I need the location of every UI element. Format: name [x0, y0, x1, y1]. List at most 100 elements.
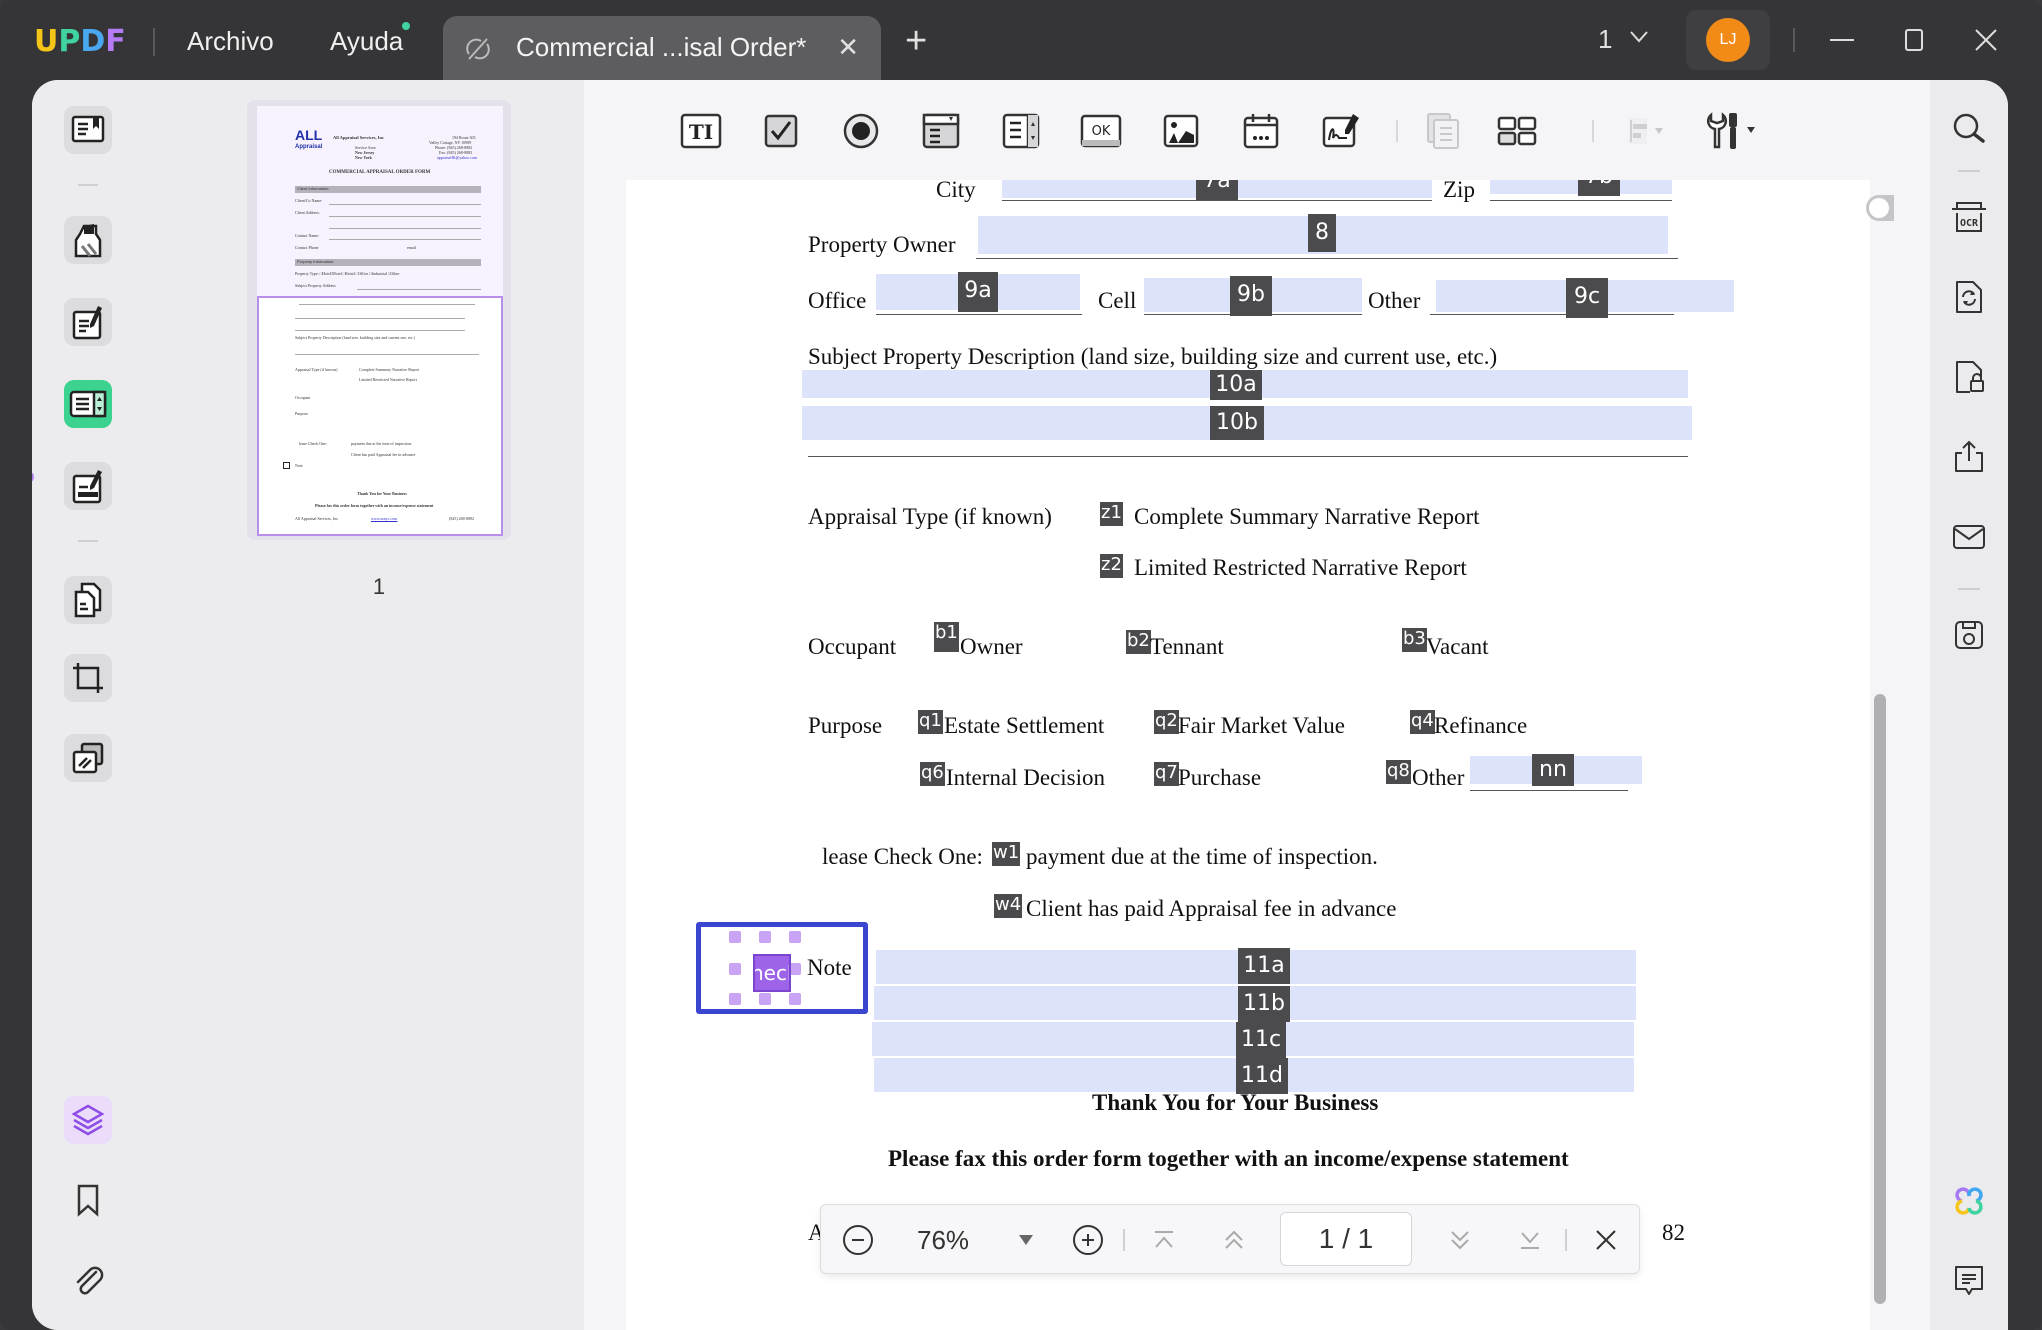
resize-handle[interactable]	[729, 931, 741, 943]
align-tool[interactable]	[1624, 108, 1670, 154]
checkbox-q2[interactable]: q2	[1154, 710, 1179, 734]
ai-assistant-button[interactable]	[1944, 1176, 1994, 1226]
page-thumbnail[interactable]: ALL Appraisal All Appraisal Services, In…	[247, 100, 511, 599]
bookmark-button[interactable]	[64, 1176, 112, 1224]
checkbox-z2[interactable]: z2	[1100, 554, 1123, 578]
attachment-button[interactable]	[64, 1256, 112, 1304]
text-field-tool[interactable]: TI	[678, 108, 724, 154]
save-button[interactable]	[1944, 610, 1994, 660]
layers-button[interactable]	[64, 1096, 112, 1144]
new-tab-button[interactable]: +	[905, 22, 927, 60]
edit-pdf-button[interactable]	[64, 298, 112, 346]
checkbox-z1[interactable]: z1	[1100, 502, 1123, 526]
selected-checkbox-field[interactable]: Check Box Note	[696, 922, 868, 1014]
grid-layout-tool[interactable]	[1494, 108, 1540, 154]
menu-archivo[interactable]: Archivo	[187, 26, 274, 57]
dropdown-icon	[922, 113, 960, 149]
limited-restricted-label: Limited Restricted Narrative Report	[1134, 555, 1467, 580]
chevron-down-icon[interactable]	[1628, 26, 1650, 48]
fill-sign-button[interactable]	[64, 462, 112, 510]
checkbox-b2[interactable]: b2	[1126, 630, 1151, 654]
svg-text:OCR: OCR	[1960, 218, 1979, 229]
checkbox-q7[interactable]: q7	[1154, 762, 1179, 786]
resize-handle[interactable]	[759, 993, 771, 1005]
fair-market-value-label: Fair Market Value	[1178, 713, 1345, 738]
first-page-icon[interactable]	[1147, 1223, 1181, 1257]
resize-handle[interactable]	[729, 963, 741, 975]
zoom-out-icon[interactable]	[841, 1223, 875, 1257]
signature-tool[interactable]	[1318, 108, 1364, 154]
checkbox-w4[interactable]: w4	[994, 894, 1023, 918]
organize-pages-button[interactable]	[64, 576, 112, 624]
menu-ayuda[interactable]: Ayuda	[330, 26, 403, 57]
cell-label: Cell	[1098, 288, 1137, 313]
refinance-label: Refinance	[1434, 713, 1528, 738]
email-button[interactable]	[1944, 512, 1994, 562]
checkbox-q8[interactable]: q8	[1386, 760, 1411, 784]
checkbox-q1[interactable]: q1	[918, 710, 943, 734]
divider	[1958, 170, 1980, 172]
comment-button[interactable]	[64, 216, 112, 264]
avatar[interactable]: LJ	[1706, 18, 1750, 62]
checkbox-b1[interactable]: b1	[934, 622, 959, 652]
resize-handle[interactable]	[729, 993, 741, 1005]
zoom-level[interactable]: 76%	[917, 1225, 969, 1256]
maximize-icon[interactable]	[1894, 20, 1934, 60]
radio-button-tool[interactable]	[838, 108, 884, 154]
vertical-scrollbar[interactable]	[1874, 694, 1886, 1304]
next-page-icon[interactable]	[1443, 1223, 1477, 1257]
reader-mode-button[interactable]	[64, 106, 112, 154]
minimize-icon[interactable]	[1822, 20, 1862, 60]
checkbox-q6[interactable]: q6	[920, 762, 945, 786]
checkbox-q4[interactable]: q4	[1410, 710, 1435, 734]
prepare-form-button[interactable]	[64, 380, 112, 428]
page-tools-button[interactable]	[64, 734, 112, 782]
account-button[interactable]: LJ	[1686, 10, 1770, 70]
field-tag-9b: 9b	[1230, 276, 1272, 316]
crop-button[interactable]	[64, 654, 112, 702]
list-box-tool[interactable]	[998, 108, 1044, 154]
ocr-button[interactable]: OCR	[1944, 192, 1994, 242]
search-button[interactable]	[1944, 104, 1994, 154]
thank-you-text: Thank You for Your Business	[1092, 1090, 1379, 1115]
thumb-line	[295, 330, 465, 331]
checkbox-w1[interactable]: w1	[992, 842, 1021, 866]
panel-toggle[interactable]	[1866, 195, 1894, 221]
thumb-line	[329, 204, 481, 205]
zoom-dropdown-icon[interactable]	[1019, 1235, 1033, 1245]
convert-button[interactable]	[1944, 272, 1994, 322]
page-count-selector[interactable]: 1	[1598, 24, 1612, 55]
form-tools-menu[interactable]	[1700, 108, 1766, 154]
previous-page-icon[interactable]	[1217, 1223, 1251, 1257]
thumb-line	[357, 289, 481, 290]
close-window-icon[interactable]	[1966, 20, 2006, 60]
footer-phone-text: 82	[1662, 1220, 1685, 1245]
last-page-icon[interactable]	[1513, 1223, 1547, 1257]
page-number-input[interactable]: 1 / 1	[1280, 1212, 1412, 1266]
button-tool[interactable]: OK	[1078, 108, 1124, 154]
save-icon	[1955, 621, 1983, 649]
comments-panel-button[interactable]	[1944, 1256, 1994, 1306]
thumb-state: New York	[355, 155, 372, 160]
tab-title: Commercial ...isal Order*	[516, 32, 807, 62]
checkbox-tool[interactable]	[758, 108, 804, 154]
duplicate-field-tool[interactable]	[1420, 108, 1466, 154]
share-button[interactable]	[1944, 432, 1994, 482]
date-field-tool[interactable]	[1238, 108, 1284, 154]
checkbox-b3[interactable]: b3	[1402, 628, 1427, 652]
svg-text:TI: TI	[689, 120, 713, 144]
thumb-line	[329, 239, 481, 240]
image-tool[interactable]	[1158, 108, 1204, 154]
resize-handle[interactable]	[789, 931, 801, 943]
form-icon	[69, 390, 107, 418]
resize-handle[interactable]	[759, 931, 771, 943]
protect-button[interactable]	[1944, 352, 1994, 402]
image-icon	[1163, 114, 1199, 148]
dropdown-tool[interactable]	[918, 108, 964, 154]
resize-handle[interactable]	[789, 993, 801, 1005]
close-zoom-bar-icon[interactable]	[1589, 1223, 1623, 1257]
field-tag-11d: 11d	[1236, 1058, 1288, 1094]
zoom-in-icon[interactable]	[1071, 1223, 1105, 1257]
document-tab[interactable]: Commercial ...isal Order* ✕	[443, 16, 881, 80]
close-tab-icon[interactable]: ✕	[837, 32, 859, 63]
